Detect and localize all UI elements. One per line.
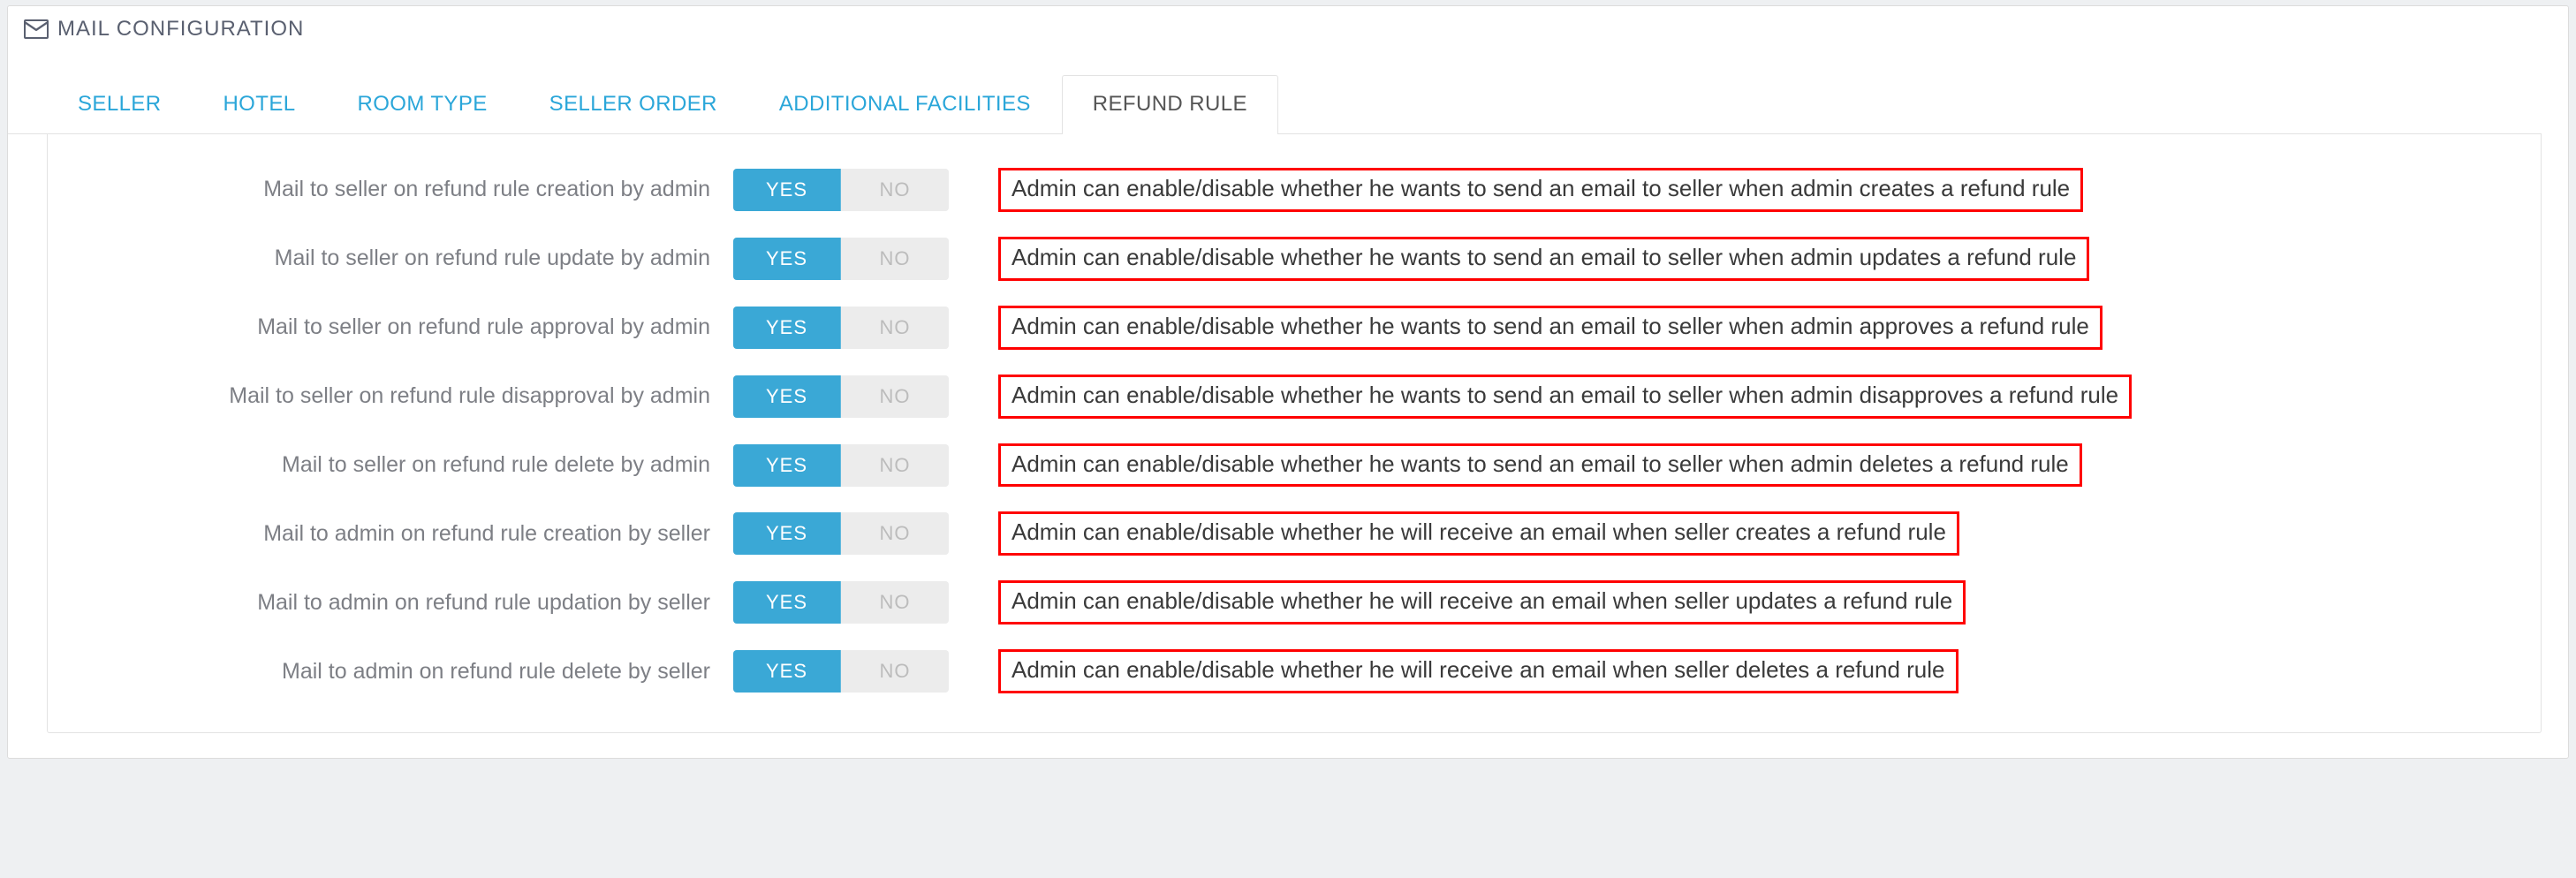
toggle-no[interactable]: NO xyxy=(841,238,949,280)
setting-toggle: YES NO xyxy=(733,444,963,487)
setting-desc-col: Admin can enable/disable whether he want… xyxy=(998,168,2083,212)
setting-row: Mail to seller on refund rule creation b… xyxy=(62,168,2527,212)
setting-desc-col: Admin can enable/disable whether he will… xyxy=(998,580,1966,624)
tab-refund-rule[interactable]: REFUND RULE xyxy=(1062,75,1278,134)
tab-content-refund-rule: Mail to seller on refund rule creation b… xyxy=(47,134,2542,733)
toggle-no[interactable]: NO xyxy=(841,512,949,555)
setting-desc-col: Admin can enable/disable whether he will… xyxy=(998,649,1959,693)
tab-additional-facilities[interactable]: ADDITIONAL FACILITIES xyxy=(748,75,1062,134)
setting-toggle: YES NO xyxy=(733,650,963,693)
setting-desc: Admin can enable/disable whether he will… xyxy=(998,580,1966,624)
panel-heading: MAIL CONFIGURATION xyxy=(8,6,2568,57)
toggle-yes-no[interactable]: YES NO xyxy=(733,169,949,211)
toggle-yes-no[interactable]: YES NO xyxy=(733,444,949,487)
setting-row: Mail to seller on refund rule disapprova… xyxy=(62,375,2527,419)
tab-room-type[interactable]: ROOM TYPE xyxy=(326,75,518,134)
toggle-yes[interactable]: YES xyxy=(733,375,841,418)
setting-label: Mail to admin on refund rule creation by… xyxy=(62,521,733,547)
setting-row: Mail to seller on refund rule delete by … xyxy=(62,443,2527,488)
setting-desc-col: Admin can enable/disable whether he want… xyxy=(998,375,2132,419)
tab-hotel[interactable]: HOTEL xyxy=(192,75,326,134)
setting-toggle: YES NO xyxy=(733,375,963,418)
setting-toggle: YES NO xyxy=(733,581,963,624)
setting-desc-col: Admin can enable/disable whether he want… xyxy=(998,443,2082,488)
setting-row: Mail to seller on refund rule approval b… xyxy=(62,306,2527,350)
setting-label: Mail to seller on refund rule creation b… xyxy=(62,177,733,202)
toggle-yes-no[interactable]: YES NO xyxy=(733,238,949,280)
setting-desc-col: Admin can enable/disable whether he want… xyxy=(998,306,2102,350)
setting-desc: Admin can enable/disable whether he want… xyxy=(998,443,2082,488)
setting-row: Mail to seller on refund rule update by … xyxy=(62,237,2527,281)
setting-desc: Admin can enable/disable whether he want… xyxy=(998,237,2089,281)
tab-seller-order[interactable]: SELLER ORDER xyxy=(519,75,748,134)
setting-row: Mail to admin on refund rule delete by s… xyxy=(62,649,2527,693)
setting-toggle: YES NO xyxy=(733,169,963,211)
setting-label: Mail to seller on refund rule delete by … xyxy=(62,452,733,478)
toggle-no[interactable]: NO xyxy=(841,169,949,211)
tabs-bar: SELLER HOTEL ROOM TYPE SELLER ORDER ADDI… xyxy=(8,75,2542,134)
setting-toggle: YES NO xyxy=(733,238,963,280)
setting-toggle: YES NO xyxy=(733,307,963,349)
setting-label: Mail to seller on refund rule approval b… xyxy=(62,314,733,340)
setting-label: Mail to admin on refund rule delete by s… xyxy=(62,659,733,685)
setting-label: Mail to admin on refund rule updation by… xyxy=(62,590,733,616)
toggle-yes-no[interactable]: YES NO xyxy=(733,512,949,555)
setting-desc: Admin can enable/disable whether he will… xyxy=(998,649,1959,693)
setting-toggle: YES NO xyxy=(733,512,963,555)
toggle-yes-no[interactable]: YES NO xyxy=(733,375,949,418)
page: MAIL CONFIGURATION SELLER HOTEL ROOM TYP… xyxy=(0,0,2576,776)
toggle-yes[interactable]: YES xyxy=(733,169,841,211)
setting-label: Mail to seller on refund rule update by … xyxy=(62,246,733,271)
toggle-yes[interactable]: YES xyxy=(733,307,841,349)
mail-icon xyxy=(24,19,49,39)
toggle-yes-no[interactable]: YES NO xyxy=(733,307,949,349)
setting-desc-col: Admin can enable/disable whether he will… xyxy=(998,511,1959,556)
toggle-no[interactable]: NO xyxy=(841,650,949,693)
setting-desc-col: Admin can enable/disable whether he want… xyxy=(998,237,2089,281)
panel-title: MAIL CONFIGURATION xyxy=(57,17,304,42)
setting-desc: Admin can enable/disable whether he want… xyxy=(998,375,2132,419)
toggle-no[interactable]: NO xyxy=(841,581,949,624)
toggle-yes-no[interactable]: YES NO xyxy=(733,650,949,693)
setting-desc: Admin can enable/disable whether he will… xyxy=(998,511,1959,556)
toggle-no[interactable]: NO xyxy=(841,444,949,487)
toggle-no[interactable]: NO xyxy=(841,375,949,418)
mail-configuration-panel: MAIL CONFIGURATION SELLER HOTEL ROOM TYP… xyxy=(7,5,2569,759)
setting-label: Mail to seller on refund rule disapprova… xyxy=(62,383,733,409)
toggle-yes[interactable]: YES xyxy=(733,650,841,693)
toggle-yes-no[interactable]: YES NO xyxy=(733,581,949,624)
toggle-yes[interactable]: YES xyxy=(733,444,841,487)
tab-seller[interactable]: SELLER xyxy=(47,75,192,134)
setting-row: Mail to admin on refund rule creation by… xyxy=(62,511,2527,556)
toggle-yes[interactable]: YES xyxy=(733,581,841,624)
toggle-yes[interactable]: YES xyxy=(733,512,841,555)
setting-desc: Admin can enable/disable whether he want… xyxy=(998,306,2102,350)
toggle-yes[interactable]: YES xyxy=(733,238,841,280)
toggle-no[interactable]: NO xyxy=(841,307,949,349)
setting-row: Mail to admin on refund rule updation by… xyxy=(62,580,2527,624)
setting-desc: Admin can enable/disable whether he want… xyxy=(998,168,2083,212)
